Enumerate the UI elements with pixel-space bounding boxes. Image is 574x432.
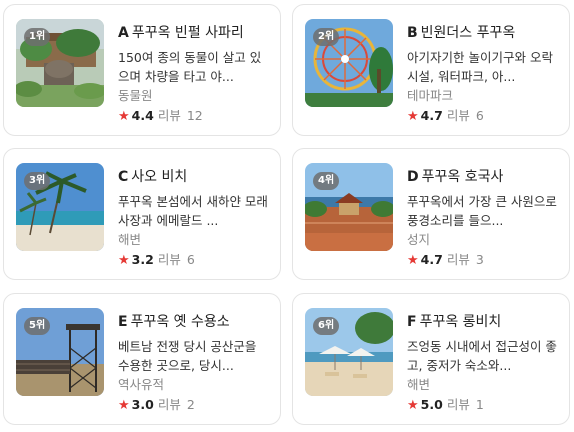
review-label: 리뷰 — [157, 108, 181, 123]
rank-badge: 3위 — [24, 172, 51, 190]
place-letter: E — [118, 314, 128, 330]
place-card-5[interactable]: 5위 E 푸꾸옥 옛 수용소 베트남 전쟁 당시 공산군을 수용한 곳으로, 당시… — [3, 293, 281, 425]
place-letter: F — [407, 314, 417, 330]
review-label: 리뷰 — [446, 397, 470, 412]
place-rating: ★ 3.2 리뷰 6 — [118, 251, 270, 270]
place-description: 즈엉동 시내에서 접근성이 좋고, 중저가 숙소와... — [407, 339, 557, 373]
place-title: C 사오 비치 — [118, 167, 270, 187]
review-label: 리뷰 — [157, 397, 181, 412]
place-card-2[interactable]: 2위 B 빈원더스 푸꾸옥 아기자기한 놀이기구와 오락시설, 워터파크, 아..… — [292, 4, 570, 136]
place-info: A 푸꾸옥 빈펄 사파리 150여 종의 동물이 살고 있으며 차량을 타고 야.… — [118, 23, 270, 126]
star-icon: ★ — [118, 398, 130, 413]
place-letter: D — [407, 169, 419, 185]
place-category: 테마파크 — [407, 88, 454, 103]
place-name: 푸꾸옥 빈펄 사파리 — [131, 25, 244, 41]
place-info: F 푸꾸옥 롱비치 즈엉동 시내에서 접근성이 좋고, 중저가 숙소와... 해변… — [407, 312, 559, 415]
place-description: 아기자기한 놀이기구와 오락시설, 워터파크, 아... — [407, 50, 553, 84]
review-label: 리뷰 — [446, 108, 470, 123]
prison-tower-photo: 5위 — [16, 308, 104, 396]
attraction-grid: 1위 A 푸꾸옥 빈펄 사파리 150여 종의 동물이 살고 있으며 차량을 타고… — [0, 0, 574, 432]
place-letter: A — [118, 25, 129, 41]
place-title: F 푸꾸옥 롱비치 — [407, 312, 559, 332]
safari-photo: 1위 — [16, 19, 104, 107]
rank-badge: 2위 — [313, 28, 340, 46]
place-card-6[interactable]: 6위 F 푸꾸옥 롱비치 즈엉동 시내에서 접근성이 좋고, 중저가 숙소와...… — [292, 293, 570, 425]
rating-score: 4.7 — [420, 108, 443, 123]
rank-badge: 1위 — [24, 28, 51, 46]
place-name: 푸꾸옥 호국사 — [421, 169, 504, 185]
place-category: 해변 — [118, 232, 142, 247]
ferris-wheel-photo: 2위 — [305, 19, 393, 107]
rating-score: 5.0 — [420, 397, 443, 412]
place-rating: ★ 4.7 리뷰 6 — [407, 107, 559, 126]
place-info: B 빈원더스 푸꾸옥 아기자기한 놀이기구와 오락시설, 워터파크, 아... 테… — [407, 23, 559, 126]
place-name: 사오 비치 — [131, 169, 188, 185]
place-description: 푸꾸옥에서 가장 큰 사원으로 풍경소리를 들으... — [407, 194, 557, 228]
place-card-4[interactable]: 4위 D 푸꾸옥 호국사 푸꾸옥에서 가장 큰 사원으로 풍경소리를 들으... … — [292, 148, 570, 280]
beach-palm-photo: 3위 — [16, 163, 104, 251]
place-card-1[interactable]: 1위 A 푸꾸옥 빈펄 사파리 150여 종의 동물이 살고 있으며 차량을 타고… — [3, 4, 281, 136]
review-count: 3 — [475, 252, 484, 267]
place-name: 푸꾸옥 롱비치 — [419, 314, 502, 330]
star-icon: ★ — [407, 253, 419, 268]
review-count: 1 — [475, 397, 484, 412]
star-icon: ★ — [407, 109, 419, 124]
star-icon: ★ — [118, 253, 130, 268]
place-category: 동물원 — [118, 88, 153, 103]
place-title: D 푸꾸옥 호국사 — [407, 167, 559, 187]
place-card-3[interactable]: 3위 C 사오 비치 푸꾸옥 본섬에서 새하얀 모래사장과 에메랄드 ... 해변… — [3, 148, 281, 280]
star-icon: ★ — [118, 109, 130, 124]
rank-badge: 4위 — [313, 172, 340, 190]
place-name: 푸꾸옥 옛 수용소 — [130, 314, 230, 330]
rating-score: 4.7 — [420, 252, 443, 267]
review-count: 2 — [186, 397, 195, 412]
place-description: 베트남 전쟁 당시 공산군을 수용한 곳으로, 당시... — [118, 339, 257, 373]
place-rating: ★ 3.0 리뷰 2 — [118, 396, 270, 415]
place-title: B 빈원더스 푸꾸옥 — [407, 23, 559, 43]
rating-score: 3.2 — [131, 252, 154, 267]
place-category: 성지 — [407, 232, 431, 247]
place-info: D 푸꾸옥 호국사 푸꾸옥에서 가장 큰 사원으로 풍경소리를 들으... 성지 … — [407, 167, 559, 270]
review-count: 6 — [475, 108, 484, 123]
review-count: 12 — [186, 108, 203, 123]
place-rating: ★ 5.0 리뷰 1 — [407, 396, 559, 415]
place-letter: C — [118, 169, 129, 185]
place-category: 역사유적 — [118, 377, 165, 392]
place-info: C 사오 비치 푸꾸옥 본섬에서 새하얀 모래사장과 에메랄드 ... 해변 ★ 3… — [118, 167, 270, 270]
star-icon: ★ — [407, 398, 419, 413]
rating-score: 4.4 — [131, 108, 154, 123]
review-label: 리뷰 — [157, 252, 181, 267]
rank-badge: 5위 — [24, 317, 51, 335]
place-info: E 푸꾸옥 옛 수용소 베트남 전쟁 당시 공산군을 수용한 곳으로, 당시...… — [118, 312, 270, 415]
review-label: 리뷰 — [446, 252, 470, 267]
place-title: E 푸꾸옥 옛 수용소 — [118, 312, 270, 332]
rank-badge: 6위 — [313, 317, 340, 335]
place-title: A 푸꾸옥 빈펄 사파리 — [118, 23, 270, 43]
rating-score: 3.0 — [131, 397, 154, 412]
temple-photo: 4위 — [305, 163, 393, 251]
place-rating: ★ 4.4 리뷰 12 — [118, 107, 270, 126]
place-description: 150여 종의 동물이 살고 있으며 차량을 타고 야... — [118, 50, 262, 84]
review-count: 6 — [186, 252, 195, 267]
place-category: 해변 — [407, 377, 431, 392]
long-beach-photo: 6위 — [305, 308, 393, 396]
place-letter: B — [407, 25, 418, 41]
place-rating: ★ 4.7 리뷰 3 — [407, 251, 559, 270]
place-name: 빈원더스 푸꾸옥 — [420, 25, 516, 41]
place-description: 푸꾸옥 본섬에서 새하얀 모래사장과 에메랄드 ... — [118, 194, 268, 228]
